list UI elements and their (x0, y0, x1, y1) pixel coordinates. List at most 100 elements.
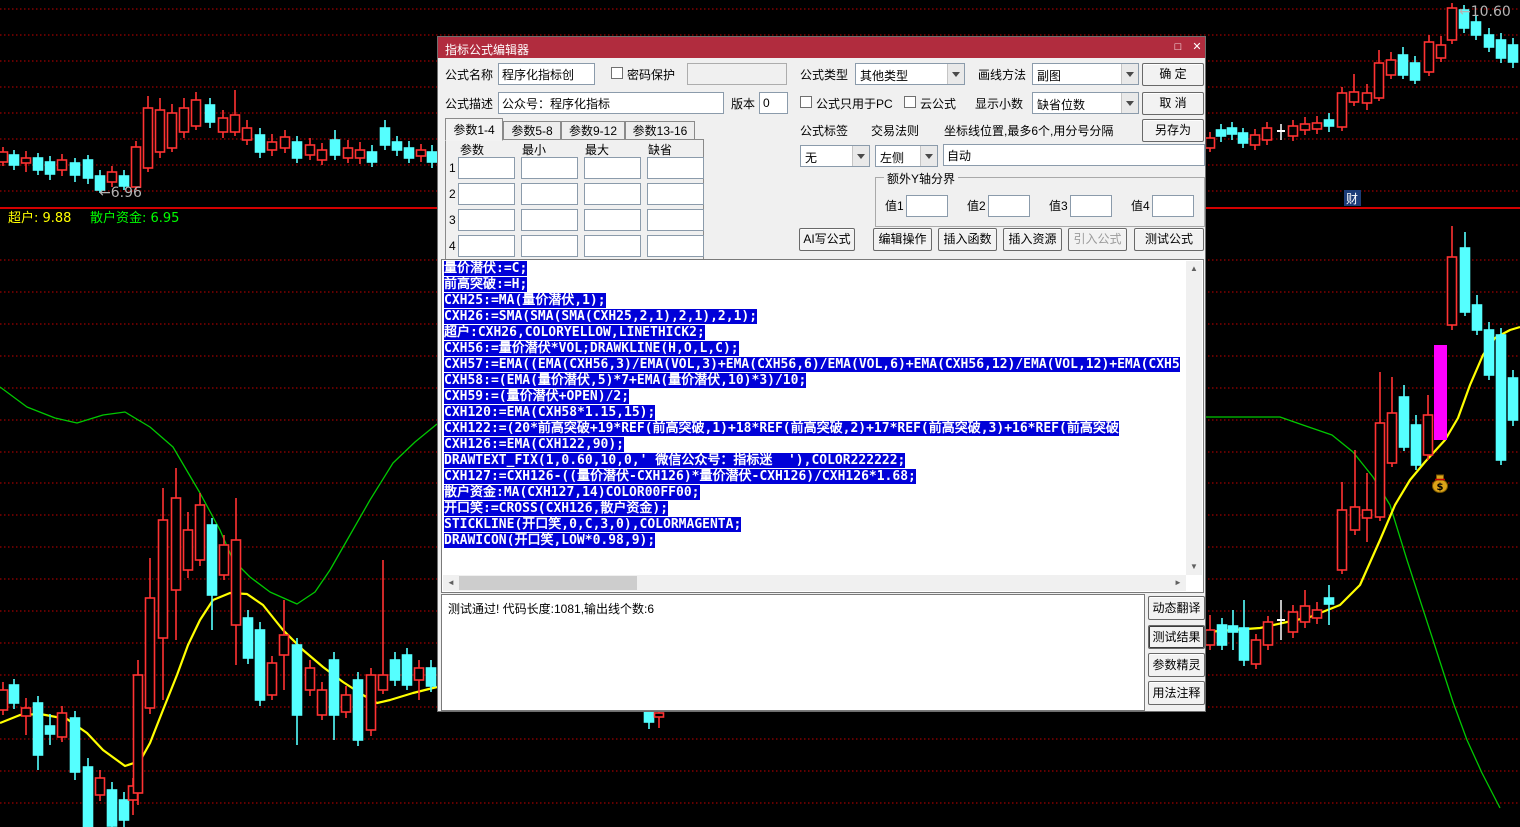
cloud-formula-checkbox[interactable] (904, 96, 916, 108)
chevron-down-icon[interactable] (1121, 64, 1138, 84)
param-input[interactable] (584, 209, 641, 231)
scroll-down-icon[interactable]: ▼ (1186, 559, 1202, 575)
scroll-up-icon[interactable]: ▲ (1186, 261, 1202, 277)
param-input[interactable] (458, 209, 515, 231)
formula-desc-input[interactable] (498, 92, 724, 114)
coord-position-input[interactable] (943, 144, 1205, 166)
code-line[interactable]: STICKLINE(开口笑,0,C,3,0),COLORMAGENTA; (444, 517, 1186, 533)
code-line[interactable]: CXH58:=(EMA(量价潜伏,5)*7+EMA(量价潜伏,10)*3)/10… (444, 373, 1186, 389)
param-row-label: 4 (449, 239, 456, 253)
param-row-label: 2 (449, 187, 456, 201)
dynamic-translate-button[interactable]: 动态翻译 (1148, 596, 1205, 620)
code-line[interactable]: CXH26:=SMA(SMA(SMA(CXH25,2,1),2,1),2,1); (444, 309, 1186, 325)
chevron-down-icon[interactable] (920, 146, 937, 166)
formula-type-select[interactable]: 其他类型 (855, 63, 965, 85)
trade-rule-label: 交易法则 (871, 124, 919, 138)
code-line[interactable]: 散户资金:MA(CXH127,14)COLOR00FF00; (444, 485, 1186, 501)
horizontal-scrollbar[interactable]: ◄ ► (443, 575, 1186, 591)
tab-params-13-16[interactable]: 参数13-16 (625, 121, 695, 140)
cancel-button[interactable]: 取 消 (1142, 92, 1204, 115)
code-line[interactable]: CXH127:=CXH126-((量价潜伏-CXH126)*量价潜伏-CXH12… (444, 469, 1186, 485)
vertical-scrollbar[interactable]: ▲ ▼ (1186, 261, 1202, 575)
code-line[interactable]: DRAWICON(开口笑,LOW*0.98,9); (444, 533, 1186, 549)
param-input[interactable] (647, 183, 704, 205)
version-input[interactable] (759, 92, 788, 114)
param-input[interactable] (521, 183, 578, 205)
code-line[interactable]: DRAWTEXT_FIX(1,0.60,10,0,' 微信公众号：指标迷 '),… (444, 453, 1186, 469)
param-input[interactable] (458, 235, 515, 257)
draw-method-select[interactable]: 副图 (1032, 63, 1139, 85)
code-line[interactable]: CXH56:=量价潜伏*VOL;DRAWKLINE(H,O,L,C); (444, 341, 1186, 357)
value1-input[interactable] (906, 195, 948, 217)
code-line[interactable]: CXH25:=MA(量价潜伏,1); (444, 293, 1186, 309)
chevron-down-icon[interactable] (947, 64, 964, 84)
formula-type-label: 公式类型 (800, 68, 848, 82)
maximize-icon[interactable]: □ (1169, 39, 1187, 55)
tab-params-9-12[interactable]: 参数9-12 (561, 121, 625, 140)
code-line[interactable]: CXH57:=EMA((EMA(CXH56,3)/EMA(VOL,3)+EMA(… (444, 357, 1186, 373)
candle-body (159, 520, 168, 638)
chevron-down-icon[interactable] (852, 146, 869, 166)
candle-body (306, 668, 315, 690)
candle-body (1217, 130, 1226, 136)
ok-button[interactable]: 确 定 (1142, 63, 1204, 86)
save-as-button[interactable]: 另存为 (1142, 119, 1204, 142)
formula-code-editor[interactable]: 量价潜伏:=C;前高突破:=H;CXH25:=MA(量价潜伏,1);CXH26:… (441, 259, 1204, 593)
param-input[interactable] (584, 157, 641, 179)
tab-params-1-4[interactable]: 参数1-4 (445, 118, 503, 141)
trade-rule-select[interactable]: 左侧 (875, 145, 938, 167)
scroll-right-icon[interactable]: ► (1170, 575, 1186, 591)
ai-write-formula-button[interactable]: AI写公式 (799, 228, 855, 251)
test-formula-button[interactable]: 测试公式 (1134, 228, 1204, 251)
value2-input[interactable] (988, 195, 1030, 217)
param-input[interactable] (521, 157, 578, 179)
code-line[interactable]: 前高突破:=H; (444, 277, 1186, 293)
candle-body (318, 150, 327, 160)
value3-input[interactable] (1070, 195, 1112, 217)
param-input[interactable] (521, 235, 578, 257)
param-wizard-button[interactable]: 参数精灵 (1148, 653, 1205, 677)
param-input[interactable] (647, 157, 704, 179)
tab-params-5-8[interactable]: 参数5-8 (503, 121, 561, 140)
code-line[interactable]: 量价潜伏:=C; (444, 261, 1186, 277)
param-input[interactable] (647, 235, 704, 257)
candle-body (1313, 123, 1322, 129)
candle-body (1448, 8, 1457, 40)
param-input[interactable] (458, 157, 515, 179)
candle-body (84, 160, 93, 178)
password-protect-checkbox[interactable] (611, 67, 623, 79)
candle-body (168, 113, 177, 148)
dialog-titlebar[interactable]: 指标公式编辑器 □ ✕ (438, 37, 1205, 58)
code-text[interactable]: 量价潜伏:=C;前高突破:=H;CXH25:=MA(量价潜伏,1);CXH26:… (444, 261, 1186, 575)
test-result-button[interactable]: 测试结果 (1148, 625, 1205, 649)
param-input[interactable] (521, 209, 578, 231)
close-icon[interactable]: ✕ (1188, 39, 1206, 55)
param-table-panel: 参数 最小 最大 缺省 1234 (445, 139, 704, 260)
chevron-down-icon[interactable] (1121, 93, 1138, 113)
code-line[interactable]: CXH126:=EMA(CXH122,90); (444, 437, 1186, 453)
candle-body (219, 118, 228, 132)
dialog-title: 指标公式编辑器 (445, 41, 529, 58)
code-line[interactable]: CXH122:=(20*前高突破+19*REF(前高突破,1)+18*REF(前… (444, 421, 1186, 437)
pc-only-checkbox[interactable] (800, 96, 812, 108)
insert-resource-button[interactable]: 插入资源 (1003, 228, 1062, 251)
code-line[interactable]: 超户:CXH26,COLORYELLOW,LINETHICK2; (444, 325, 1186, 341)
candle-body (1400, 397, 1409, 447)
param-input[interactable] (458, 183, 515, 205)
usage-notes-button[interactable]: 用法注释 (1148, 681, 1205, 705)
param-input[interactable] (584, 235, 641, 257)
param-input[interactable] (647, 209, 704, 231)
edit-operation-button[interactable]: 编辑操作 (873, 228, 932, 251)
insert-function-button[interactable]: 插入函数 (938, 228, 997, 251)
code-line[interactable]: CXH59:=(量价潜伏+OPEN)/2; (444, 389, 1186, 405)
scrollbar-thumb[interactable] (459, 576, 637, 590)
value4-input[interactable] (1152, 195, 1194, 217)
formula-name-input[interactable] (498, 63, 595, 85)
code-line[interactable]: 开口笑:=CROSS(CXH126,散户资金); (444, 501, 1186, 517)
scroll-left-icon[interactable]: ◄ (443, 575, 459, 591)
formula-tag-select[interactable]: 无 (800, 145, 870, 167)
param-input[interactable] (584, 183, 641, 205)
decimals-select[interactable]: 缺省位数 (1032, 92, 1139, 114)
candle-body (1497, 40, 1506, 58)
code-line[interactable]: CXH120:=EMA(CXH58*1.15,15); (444, 405, 1186, 421)
